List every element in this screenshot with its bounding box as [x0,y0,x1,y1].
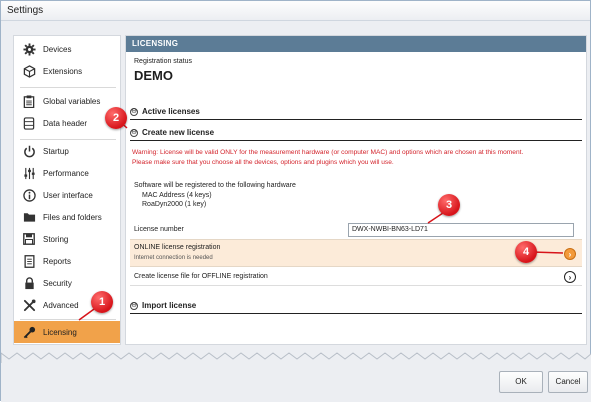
settings-window: Settings Devices Extensions Global varia… [0,0,591,402]
annotation-lines [78,117,564,321]
annotation-marker: 3 [438,194,460,216]
annotation-marker: 4 [515,241,537,263]
annotation-marker: 1 [91,291,113,313]
annotation-marker: 2 [105,107,127,129]
